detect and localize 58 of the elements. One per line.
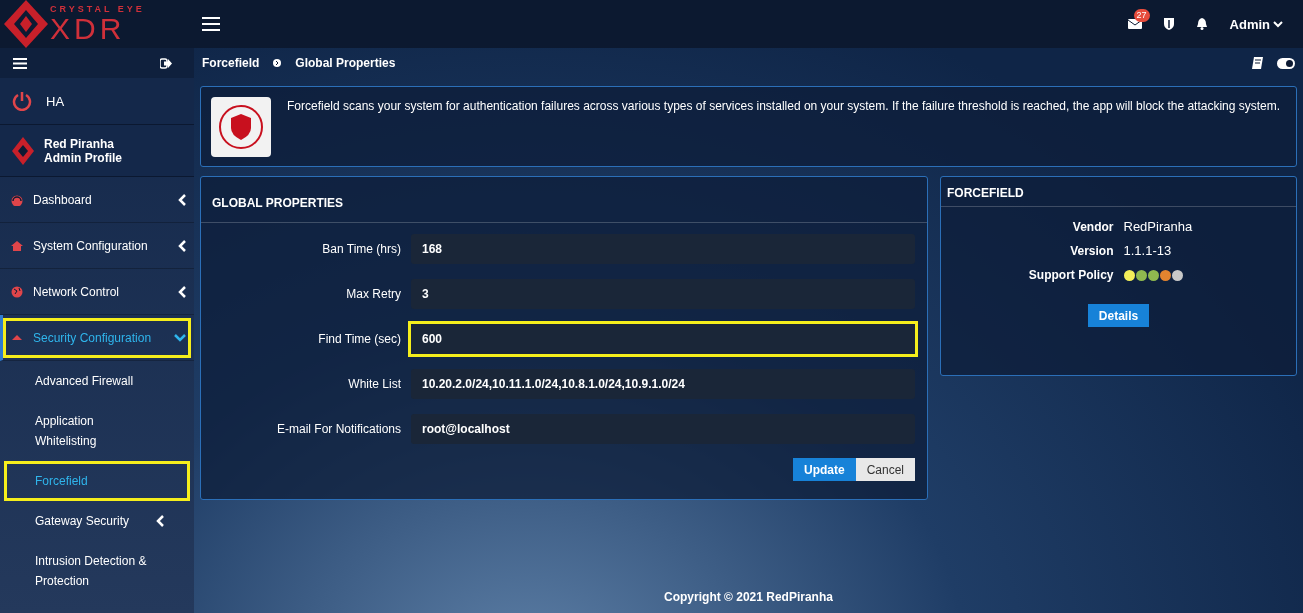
input-field[interactable]: 3: [411, 279, 915, 309]
profile-name: Red Piranha: [44, 136, 116, 151]
info-value: 1.1.1-13: [1123, 243, 1173, 259]
submenu-item[interactable]: Intrusion Detection & Protection: [0, 541, 194, 601]
bell-icon[interactable]: [1195, 18, 1208, 30]
field-label: White List: [347, 377, 401, 391]
field-label: Find Time (sec): [317, 332, 401, 346]
chevron-down-icon: [1273, 20, 1283, 28]
breadcrumb-link[interactable]: Forcefield: [202, 56, 260, 70]
menu-icon[interactable]: [13, 57, 27, 69]
logo-tagline: CRYSTAL EYE: [50, 4, 145, 14]
breadcrumb-current: Global Properties: [295, 56, 396, 70]
submenu-item[interactable]: Gateway Security: [0, 501, 194, 541]
logo-wordmark: XDR: [50, 13, 126, 44]
input-field[interactable]: 600: [411, 324, 915, 354]
input-field[interactable]: root@localhost: [411, 414, 915, 444]
profile-logo-icon: [12, 136, 34, 165]
cancel-button[interactable]: Cancel: [855, 458, 915, 481]
submenu-item[interactable]: Forcefield: [4, 461, 190, 501]
user-menu[interactable]: Admin: [1229, 16, 1283, 32]
info-label: Vendor: [1071, 219, 1114, 235]
chevron-left-icon: [178, 193, 186, 206]
submenu-item[interactable]: Advanced Firewall: [0, 361, 194, 401]
chevron-left-icon: [178, 239, 186, 252]
notification-badge: 27: [1133, 9, 1150, 22]
shield-icon[interactable]: [1163, 18, 1174, 30]
toggle-icon[interactable]: [1277, 57, 1295, 69]
chevron-left-icon: [178, 285, 186, 298]
ha-label[interactable]: HA: [46, 93, 65, 109]
field-label: Ban Time (hrs): [321, 242, 401, 256]
chevron-down-icon: [174, 333, 186, 342]
details-button[interactable]: Details: [1087, 304, 1150, 327]
globe-icon: [11, 285, 23, 298]
info-value: RedPiranha: [1123, 219, 1194, 235]
info-label: Version: [1069, 243, 1114, 259]
profile-role: Admin Profile: [44, 150, 122, 165]
input-field[interactable]: 168: [411, 234, 915, 264]
input-field[interactable]: 10.20.2.0/24,10.11.1.0/24,10.8.1.0/24,10.9.1.0/24: [411, 369, 915, 399]
description-text: Forcefield scans your system for authentication failures across various types of services installed on your system. If the failure threshold is reached, the app will block the attacking system.: [287, 99, 1281, 114]
info-label: Support Policy: [1027, 267, 1114, 283]
chevron-left-icon: [156, 515, 164, 527]
gauge-icon: [11, 193, 23, 206]
submenu-item[interactable]: Application Whitelisting: [0, 401, 194, 461]
menu-icon[interactable]: [202, 17, 220, 31]
field-label: Max Retry: [345, 287, 401, 301]
home-icon: [11, 239, 23, 252]
field-label: E-mail For Notifications: [275, 422, 401, 436]
shield-icon: [218, 104, 264, 150]
panel-title: FORCEFIELD: [941, 177, 1296, 207]
logout-icon[interactable]: [160, 57, 172, 69]
panel-title: GLOBAL PROPERTIES: [201, 177, 927, 223]
book-icon[interactable]: [1252, 57, 1263, 69]
power-icon[interactable]: [12, 91, 32, 111]
copyright-text: Copyright © 2021 RedPiranha: [663, 590, 834, 606]
arrow-circle-icon: [273, 59, 282, 67]
mail-icon[interactable]: [1127, 19, 1142, 29]
nav-item[interactable]: Security Configuration: [0, 315, 194, 361]
update-button[interactable]: Update: [792, 458, 856, 481]
